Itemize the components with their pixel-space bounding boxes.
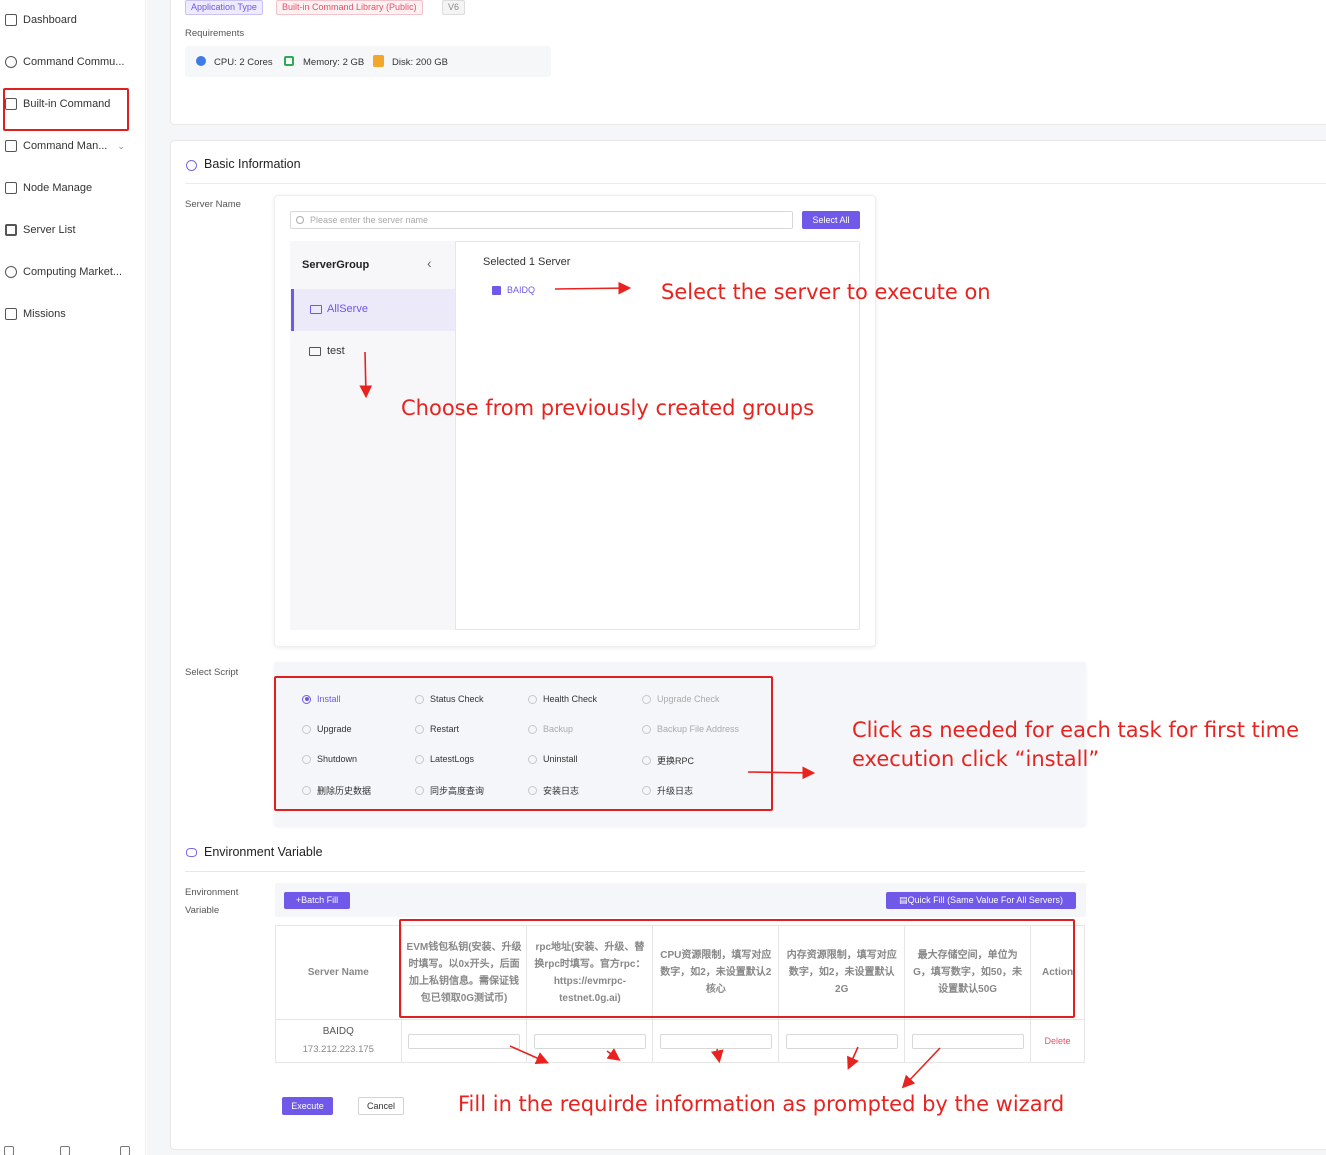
arrow-fill-1 <box>509 1045 549 1064</box>
arrow-fill-4 <box>847 1046 859 1070</box>
arrow-fill-3 <box>710 1048 724 1064</box>
arrow-choose-groups <box>359 351 373 399</box>
arrow-click-install <box>747 766 816 780</box>
arrow-select-server <box>554 281 632 295</box>
annotation-arrows <box>359 281 941 1089</box>
arrow-fill-2 <box>606 1048 621 1061</box>
arrow-fill-5 <box>901 1047 941 1089</box>
